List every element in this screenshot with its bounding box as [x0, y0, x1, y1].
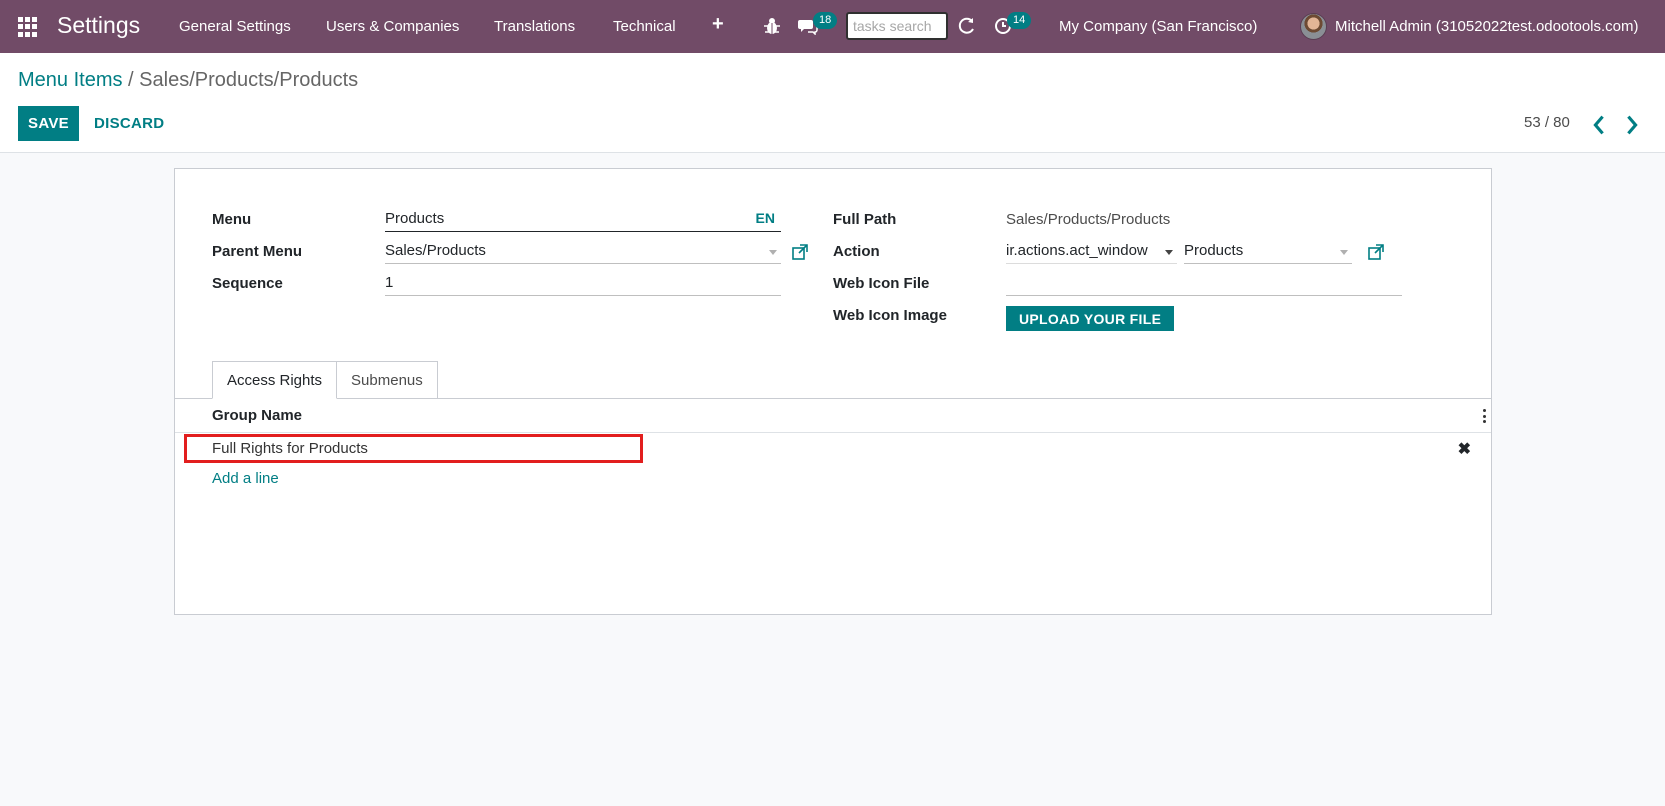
group-name-column-header[interactable]: Group Name [212, 407, 302, 424]
bug-icon[interactable] [764, 17, 780, 35]
full-path-value: Sales/Products/Products [1006, 211, 1171, 228]
breadcrumb: Menu Items / Sales/Products/Products [18, 69, 358, 92]
add-line-link[interactable]: Add a line [212, 470, 279, 487]
form-sheet: Menu Products EN Parent Menu Sales/Produ… [174, 168, 1492, 615]
optional-columns-icon[interactable] [1483, 409, 1487, 423]
discard-button[interactable]: DISCARD [88, 106, 170, 141]
chevron-down-icon[interactable] [1340, 250, 1348, 255]
pager-next-icon[interactable] [1622, 113, 1642, 137]
refresh-icon[interactable] [958, 17, 976, 35]
chat-badge: 18 [813, 12, 838, 29]
action-label: Action [833, 243, 880, 260]
top-navbar: Settings General Settings Users & Compan… [0, 0, 1665, 53]
tab-access-rights[interactable]: Access Rights [212, 361, 338, 399]
menu-users-companies[interactable]: Users & Companies [326, 18, 459, 35]
list-header: Group Name [175, 399, 1491, 433]
menu-name-value: Products [385, 210, 445, 227]
group-name-cell[interactable]: Full Rights for Products [212, 440, 368, 457]
parent-menu-field[interactable]: Sales/Products [385, 238, 781, 264]
sequence-label: Sequence [212, 275, 283, 292]
action-record-field[interactable]: Products [1184, 238, 1352, 264]
parent-menu-value: Sales/Products [385, 242, 486, 259]
sequence-field[interactable]: 1 [385, 270, 781, 296]
control-panel: Menu Items / Sales/Products/Products SAV… [0, 53, 1665, 153]
menu-translations[interactable]: Translations [494, 18, 575, 35]
web-icon-image-label: Web Icon Image [833, 307, 947, 324]
breadcrumb-menu-items[interactable]: Menu Items [18, 69, 122, 91]
table-row[interactable]: Full Rights for Products ✖ [175, 433, 1491, 464]
menu-name-field[interactable]: Products EN [385, 206, 781, 232]
app-title[interactable]: Settings [57, 12, 140, 39]
menu-technical[interactable]: Technical [613, 18, 676, 35]
breadcrumb-separator: / [128, 69, 134, 91]
delete-row-icon[interactable]: ✖ [1458, 439, 1471, 459]
tab-submenus[interactable]: Submenus [337, 361, 438, 399]
pager-value[interactable]: 53 / 80 [1524, 114, 1570, 131]
external-link-icon[interactable] [1368, 244, 1384, 260]
action-record-value: Products [1184, 242, 1244, 259]
parent-menu-label: Parent Menu [212, 243, 303, 260]
apps-menu-icon[interactable] [18, 17, 38, 37]
chevron-down-icon[interactable] [769, 250, 777, 255]
breadcrumb-current: Sales/Products/Products [139, 69, 359, 91]
language-button[interactable]: EN [756, 210, 775, 226]
menu-general-settings[interactable]: General Settings [179, 18, 291, 35]
web-icon-file-label: Web Icon File [833, 275, 930, 292]
upload-file-button[interactable]: UPLOAD YOUR FILE [1006, 306, 1175, 331]
chevron-down-icon[interactable] [1165, 250, 1173, 255]
company-switcher[interactable]: My Company (San Francisco) [1059, 18, 1257, 35]
pager-previous-icon[interactable] [1589, 113, 1609, 137]
full-path-label: Full Path [833, 211, 897, 228]
action-type-select[interactable]: ir.actions.act_window [1006, 238, 1177, 264]
user-avatar[interactable] [1300, 13, 1327, 40]
web-icon-file-field[interactable] [1006, 270, 1402, 296]
user-menu[interactable]: Mitchell Admin (31052022test.odootools.c… [1335, 18, 1639, 35]
menu-label: Menu [212, 211, 252, 228]
action-type-value: ir.actions.act_window [1006, 242, 1148, 259]
plus-icon[interactable]: + [712, 13, 724, 36]
external-link-icon[interactable] [792, 244, 808, 260]
notebook-tabs: Access Rights Submenus [212, 361, 438, 399]
sequence-value: 1 [385, 274, 394, 291]
save-button[interactable]: SAVE [18, 106, 79, 141]
tasks-search-input[interactable] [846, 12, 948, 40]
activity-badge: 14 [1007, 12, 1032, 29]
